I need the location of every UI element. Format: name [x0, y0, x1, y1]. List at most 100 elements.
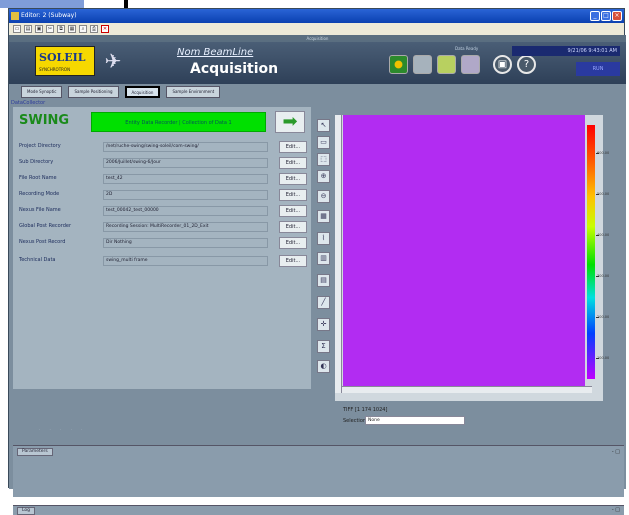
zoom-in-icon[interactable]: ⊕	[317, 170, 330, 183]
palette-icon[interactable]: ◐	[317, 360, 330, 373]
colorbar-label: 500.00	[597, 192, 610, 196]
help-icon[interactable]: ?	[517, 55, 536, 74]
edit-button[interactable]: Edit...	[279, 173, 307, 185]
splitter-handle[interactable]: · · · · ·	[39, 427, 86, 432]
field-label: File Root Name	[19, 175, 57, 181]
colorbar-label: 200.00	[597, 315, 610, 319]
copy-icon[interactable]: ⧉	[57, 25, 65, 33]
desktop-top-left-block	[0, 0, 84, 8]
image-tool-column: ↖ ▭ ⬚ ⊕ ⊖ ▦ ⌇ ▥ ▤ ╱ ✛ Σ ◐	[317, 119, 331, 389]
app-header: SOLEIL SYNCHROTRON ✈ Nom BeamLine Acquis…	[9, 42, 626, 84]
field-value: Recording Session: MultiRecorder_01_2D_E…	[103, 222, 268, 232]
acquisition-app: Acquisition SOLEIL SYNCHROTRON ✈ Nom Bea…	[9, 35, 626, 515]
selection-field[interactable]: None	[365, 416, 465, 425]
find-icon[interactable]: ⌕	[79, 25, 87, 33]
window-app-icon	[11, 12, 19, 20]
horizontal-scrollbar[interactable]	[342, 386, 592, 393]
field-row-nexus-file-name: Nexus File Name test_00042_test_00000 Ed…	[17, 205, 309, 217]
detector-image[interactable]	[343, 115, 585, 386]
zoom-out-icon[interactable]: ⊖	[317, 190, 330, 203]
window-titlebar[interactable]: Editor: 2 (Subway) _ □ ×	[9, 9, 624, 23]
tab-sample-environment[interactable]: Sample Environment	[166, 86, 221, 98]
window-title: Editor: 2 (Subway)	[21, 12, 77, 19]
warning-icon[interactable]	[437, 55, 456, 74]
close-window-button[interactable]: ×	[612, 11, 622, 21]
minimize-button[interactable]: _	[590, 11, 600, 21]
app-window: Editor: 2 (Subway) _ □ × ▭ ▤ ▣ ✂ ⧉ ▦ ⌕ ⎙…	[8, 8, 626, 515]
soleil-logo: SOLEIL SYNCHROTRON	[35, 46, 95, 76]
rectangle-icon[interactable]: ▭	[317, 136, 330, 149]
field-row-global-post-recorder: Global Post Recorder Recording Session: …	[17, 221, 309, 233]
new-icon[interactable]: ▭	[13, 25, 21, 33]
close-icon[interactable]: ✕	[101, 25, 109, 33]
colorbar-label: 300.00	[597, 274, 610, 278]
field-row-file-root-name: File Root Name test_42 Edit...	[17, 173, 309, 185]
edit-button[interactable]: Edit...	[279, 189, 307, 201]
field-label: Sub Directory	[19, 159, 54, 165]
field-row-technical-data: Technical Data swing_multi frame Edit...	[17, 255, 309, 267]
datacollector-panel: SWING Entity Data Recorder | Collection …	[13, 107, 311, 389]
field-label: Nexus Post Record	[19, 239, 66, 245]
main-tabs: Mode Synoptic Sample Positioning Acquisi…	[9, 84, 626, 100]
edit-button[interactable]: Edit...	[279, 205, 307, 217]
datacollector-label: DataCollector	[11, 100, 46, 106]
logo-text: SOLEIL	[39, 51, 86, 64]
grid-icon[interactable]: ▦	[317, 210, 330, 223]
field-label: Global Post Recorder	[19, 223, 71, 229]
parameters-tab[interactable]: Parameters	[17, 448, 53, 456]
log-tab[interactable]: Log	[17, 507, 36, 515]
cut-icon[interactable]: ✂	[46, 25, 54, 33]
chart-icon[interactable]: ▤	[317, 274, 330, 287]
cross-icon[interactable]: ✛	[317, 318, 330, 331]
histogram-icon[interactable]: ▥	[317, 252, 330, 265]
print-icon[interactable]: ▣	[493, 55, 512, 74]
maximize-button[interactable]: □	[601, 11, 611, 21]
field-row-project-directory: Project Directory /net/ruche-swing/swing…	[17, 141, 309, 153]
cursor-icon[interactable]: ↖	[317, 119, 330, 132]
field-value: /net/ruche-swing/swing-soleil/com-swing/	[103, 142, 268, 152]
save-icon[interactable]: ▣	[35, 25, 43, 33]
status-led-icon[interactable]	[389, 55, 408, 74]
desktop-top-band	[0, 0, 629, 8]
field-value: test_42	[103, 174, 268, 184]
edit-button[interactable]: Edit...	[279, 255, 307, 267]
field-label: Nexus File Name	[19, 207, 61, 213]
run-status[interactable]: RUN	[576, 62, 620, 76]
edit-button[interactable]: Edit...	[279, 157, 307, 169]
colorbar-label: 400.00	[597, 233, 610, 237]
log-window-controls[interactable]: - □	[612, 507, 620, 513]
beamline-bird-icon: ✈	[104, 49, 122, 73]
print-icon[interactable]: ⎙	[90, 25, 98, 33]
tab-acquisition[interactable]: Acquisition	[124, 86, 161, 98]
field-row-nexus-post-record: Nexus Post Record Dir Nothing Edit...	[17, 237, 309, 249]
bulb-icon[interactable]	[461, 55, 480, 74]
edit-button[interactable]: Edit...	[279, 221, 307, 233]
stats-icon[interactable]: Σ	[317, 340, 330, 353]
tab-sample-positioning[interactable]: Sample Positioning	[68, 86, 119, 98]
edit-button[interactable]: Edit...	[279, 141, 307, 153]
line-icon[interactable]: ╱	[317, 296, 330, 309]
header-icon-group: ▣ ?	[389, 55, 536, 74]
selection-label: Selection	[343, 418, 367, 424]
open-icon[interactable]: ▤	[24, 25, 32, 33]
colorbar-label: 100.00	[597, 356, 610, 360]
main-toolbar: ▭ ▤ ▣ ✂ ⧉ ▦ ⌕ ⎙ ✕	[9, 23, 624, 35]
field-row-sub-directory: Sub Directory 2006/Juillet/swing-6/Jour …	[17, 157, 309, 169]
image-info: TIFF [1 174 1024]	[343, 407, 388, 413]
paste-icon[interactable]: ▦	[68, 25, 76, 33]
vertical-scrollbar[interactable]	[335, 115, 342, 393]
swing-label: SWING	[19, 113, 70, 128]
select-icon[interactable]: ⬚	[317, 153, 330, 166]
field-label: Project Directory	[19, 143, 61, 149]
arrow-right-icon[interactable]: ➡	[275, 111, 305, 133]
tab-mode-synoptic[interactable]: Mode Synoptic	[21, 86, 63, 98]
field-value: Dir Nothing	[103, 238, 268, 248]
data-ready-label: Data Ready	[455, 46, 479, 51]
profile-icon[interactable]: ⌇	[317, 232, 330, 245]
parameters-window-controls[interactable]: - □	[612, 449, 620, 455]
edit-button[interactable]: Edit...	[279, 237, 307, 249]
swing-status-bar: Entity Data Recorder | Collection of Dat…	[91, 112, 266, 132]
lock-icon[interactable]	[413, 55, 432, 74]
field-label: Recording Mode	[19, 191, 60, 197]
window-controls: _ □ ×	[590, 11, 622, 21]
